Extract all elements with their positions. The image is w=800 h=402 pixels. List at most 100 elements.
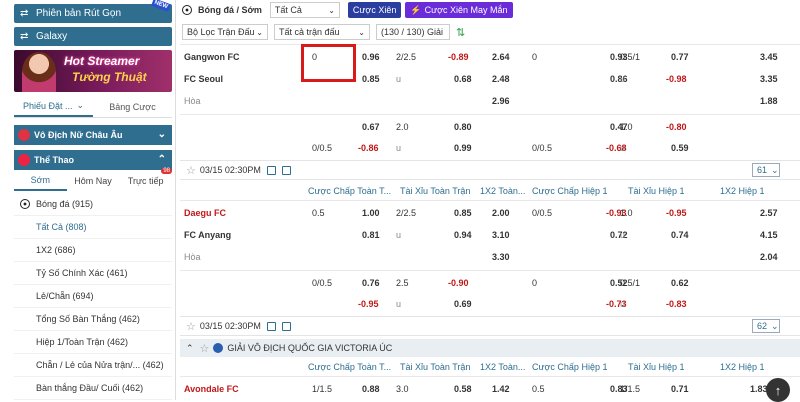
- odd-value[interactable]: u: [620, 299, 625, 309]
- more-markets-dropdown[interactable]: 62 ⌄: [752, 319, 780, 333]
- sports-section[interactable]: Thể Thao ⌃: [14, 150, 172, 170]
- tab-live[interactable]: Trực tiếp 98: [119, 168, 173, 191]
- odd-value[interactable]: 1.88: [760, 96, 778, 106]
- parlay-button[interactable]: Cược Xiên: [347, 2, 402, 18]
- league-count-button[interactable]: (130 / 130) Giải: [376, 24, 450, 40]
- odd-value[interactable]: 2.48: [492, 74, 510, 84]
- sort-icon[interactable]: ⇅: [456, 26, 465, 39]
- odd-value[interactable]: u: [396, 299, 401, 309]
- odd-value[interactable]: -0.89: [448, 52, 469, 62]
- menu-item[interactable]: Tất Cả (808): [14, 216, 172, 239]
- odd-value[interactable]: 0.88: [362, 384, 380, 394]
- odd-value[interactable]: 3.45: [760, 52, 778, 62]
- match-filter-dropdown[interactable]: Bộ Lọc Trận Đấu ⌄: [182, 24, 268, 40]
- odd-value[interactable]: 0.81: [362, 230, 380, 240]
- league-header[interactable]: ⌃ ☆ GIẢI VÔ ĐỊCH QUỐC GIA VICTORIA ÚC: [180, 339, 800, 357]
- tab-today[interactable]: Hôm Nay: [67, 171, 120, 191]
- market-filter-dropdown[interactable]: Tất Cả ⌄: [269, 2, 340, 18]
- odd-value[interactable]: 0.94: [454, 230, 472, 240]
- odd-value[interactable]: 2/2.5: [396, 208, 416, 218]
- menu-item[interactable]: Chẵn / Lẻ của Nửa trận/... (462): [14, 354, 172, 377]
- odd-value[interactable]: 0.77: [671, 52, 689, 62]
- stats-icon[interactable]: [266, 165, 276, 175]
- lineup-icon[interactable]: [281, 165, 291, 175]
- menu-item[interactable]: Bàn thắng Đầu/ Cuối (462): [14, 377, 172, 400]
- odd-value[interactable]: 1.83: [750, 384, 768, 394]
- lucky-parlay-button[interactable]: ⚡ Cược Xiên May Mắn: [405, 2, 513, 18]
- odd-value[interactable]: -0.95: [666, 208, 687, 218]
- odd-value[interactable]: 0/0.5: [312, 143, 332, 153]
- odd-value[interactable]: 0.96: [362, 52, 380, 62]
- odd-value[interactable]: 2.64: [492, 52, 510, 62]
- tab-early[interactable]: Sớm: [14, 171, 67, 191]
- odd-value[interactable]: 3.30: [492, 252, 510, 262]
- odd-value[interactable]: 0.85: [454, 208, 472, 218]
- womens-euro-section[interactable]: Vô Địch Nữ Châu Âu ⌄: [14, 125, 172, 145]
- odd-value[interactable]: 2.04: [760, 252, 778, 262]
- odd-value[interactable]: -0.86: [358, 143, 379, 153]
- odd-value[interactable]: -0.83: [666, 299, 687, 309]
- odd-value[interactable]: 0.71: [671, 384, 689, 394]
- odd-value[interactable]: 0: [312, 52, 317, 62]
- star-icon[interactable]: ☆: [186, 320, 196, 333]
- odd-value[interactable]: 0.67: [362, 122, 380, 132]
- odd-value[interactable]: 2.57: [760, 208, 778, 218]
- odd-value[interactable]: -0.80: [666, 122, 687, 132]
- menu-item[interactable]: Hiệp 1/Toàn Trận (462): [14, 331, 172, 354]
- odd-value[interactable]: 1.00: [362, 208, 380, 218]
- menu-item[interactable]: Lẻ/Chẵn (694): [14, 285, 172, 308]
- galaxy-button[interactable]: ⇄ Galaxy: [14, 27, 172, 46]
- odd-value[interactable]: 0/0.5: [532, 208, 552, 218]
- odd-value[interactable]: 1.42: [492, 384, 510, 394]
- odd-value[interactable]: 2.00: [492, 208, 510, 218]
- odd-value[interactable]: 0.99: [454, 143, 472, 153]
- odd-value[interactable]: 3.10: [492, 230, 510, 240]
- odd-value[interactable]: 0.5: [532, 384, 545, 394]
- menu-football[interactable]: Bóng đá (915): [14, 193, 172, 216]
- odd-value[interactable]: u: [620, 230, 625, 240]
- all-matches-dropdown[interactable]: Tất cả trận đấu ⌄: [274, 24, 370, 40]
- odd-value[interactable]: 0.85: [362, 74, 380, 84]
- odd-value[interactable]: -0.98: [666, 74, 687, 84]
- odd-value[interactable]: 0.58: [454, 384, 472, 394]
- odd-value[interactable]: 0.5: [312, 208, 325, 218]
- odd-value[interactable]: -0.95: [358, 299, 379, 309]
- lineup-icon[interactable]: [281, 321, 291, 331]
- odd-value[interactable]: 0.62: [671, 278, 689, 288]
- star-icon[interactable]: ☆: [186, 164, 196, 177]
- scroll-to-top-button[interactable]: ↑: [766, 378, 790, 402]
- odd-value[interactable]: 0: [532, 278, 537, 288]
- chevron-up-icon[interactable]: ⌃: [186, 343, 194, 354]
- odd-value[interactable]: 0.76: [362, 278, 380, 288]
- hot-streamer-banner[interactable]: Hot Streamer Tường Thuật: [14, 50, 172, 92]
- odd-value[interactable]: 0.69: [454, 299, 472, 309]
- odd-value[interactable]: 3.35: [760, 74, 778, 84]
- odd-value[interactable]: 1.0: [620, 122, 633, 132]
- odd-value[interactable]: 1/1.5: [620, 384, 640, 394]
- odd-value[interactable]: 2.5: [396, 278, 409, 288]
- more-markets-dropdown[interactable]: 61 ⌄: [752, 163, 780, 177]
- odd-value[interactable]: 2.0: [396, 122, 409, 132]
- odd-value[interactable]: 0.59: [671, 143, 689, 153]
- odd-value[interactable]: u: [396, 143, 401, 153]
- stats-icon[interactable]: [266, 321, 276, 331]
- odd-value[interactable]: 0.80: [454, 122, 472, 132]
- odd-value[interactable]: 0.5/1: [620, 52, 640, 62]
- odd-value[interactable]: u: [396, 74, 401, 84]
- odd-value[interactable]: 3.0: [396, 384, 409, 394]
- odd-value[interactable]: -0.90: [448, 278, 469, 288]
- odd-value[interactable]: u: [620, 74, 625, 84]
- compact-version-button[interactable]: ⇄ Phiên bản Rút Gọn NEW: [14, 0, 172, 23]
- tab-bet-slip[interactable]: Phiếu Đặt ... ⌄: [14, 96, 93, 117]
- odd-value[interactable]: 1/1.5: [312, 384, 332, 394]
- odd-value[interactable]: 0.74: [671, 230, 689, 240]
- odd-value[interactable]: u: [620, 143, 625, 153]
- odd-value[interactable]: 2.96: [492, 96, 510, 106]
- star-icon[interactable]: ☆: [200, 342, 210, 355]
- odd-value[interactable]: 0/0.5: [532, 143, 552, 153]
- odd-value[interactable]: 4.15: [760, 230, 778, 240]
- odd-value[interactable]: 0.5/1: [620, 278, 640, 288]
- menu-item[interactable]: Tổng Số Bàn Thắng (462): [14, 308, 172, 331]
- odd-value[interactable]: 0: [532, 52, 537, 62]
- menu-item[interactable]: Tỷ Số Chính Xác (461): [14, 262, 172, 285]
